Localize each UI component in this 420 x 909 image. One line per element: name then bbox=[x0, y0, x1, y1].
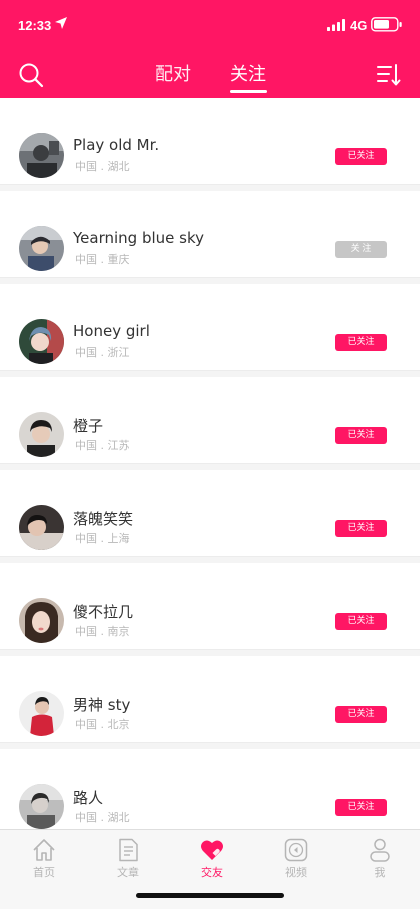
tab-me[interactable]: 我 bbox=[338, 830, 420, 890]
user-name[interactable]: 橙子 bbox=[73, 415, 103, 436]
list-item[interactable]: 傻不拉几 中国 . 南京 已关注 bbox=[0, 563, 420, 650]
list-item[interactable]: Play old Mr. 中国 . 湖北 已关注 bbox=[0, 98, 420, 185]
sort-icon[interactable] bbox=[376, 62, 402, 88]
user-name[interactable]: 落魄笑笑 bbox=[73, 508, 133, 529]
follow-button[interactable]: 关 注 bbox=[335, 241, 387, 258]
list-item[interactable]: Yearning blue sky 中国 . 重庆 关 注 bbox=[0, 191, 420, 278]
tab-following[interactable]: 关注 bbox=[230, 60, 266, 86]
person-icon bbox=[370, 838, 390, 862]
user-location: 中国 . 北京 bbox=[75, 718, 130, 731]
user-location: 中国 . 重庆 bbox=[75, 253, 130, 266]
user-location: 中国 . 上海 bbox=[75, 532, 130, 545]
tab-video[interactable]: 视频 bbox=[254, 830, 338, 890]
avatar[interactable] bbox=[19, 598, 64, 643]
avatar[interactable] bbox=[19, 319, 64, 364]
user-location: 中国 . 湖北 bbox=[75, 811, 130, 824]
follow-button[interactable]: 已关注 bbox=[335, 799, 387, 816]
user-location: 中国 . 浙江 bbox=[75, 346, 130, 359]
tab-label: 文章 bbox=[117, 866, 139, 879]
tab-article[interactable]: 文章 bbox=[86, 830, 170, 890]
user-name[interactable]: Play old Mr. bbox=[73, 136, 159, 154]
network-label: 4G bbox=[350, 18, 368, 33]
user-name[interactable]: 男神 sty bbox=[73, 694, 130, 715]
tab-label: 首页 bbox=[33, 866, 55, 879]
avatar[interactable] bbox=[19, 505, 64, 550]
list-item[interactable]: 路人 中国 . 湖北 已关注 bbox=[0, 749, 420, 829]
user-location: 中国 . 江苏 bbox=[75, 439, 130, 452]
battery-icon bbox=[371, 17, 402, 32]
user-name[interactable]: Honey girl bbox=[73, 322, 150, 340]
status-bar: 12:33 4G bbox=[0, 0, 420, 50]
tab-match[interactable]: 配对 bbox=[155, 60, 191, 86]
home-indicator[interactable] bbox=[136, 893, 284, 898]
list-item[interactable]: 橙子 中国 . 江苏 已关注 bbox=[0, 377, 420, 464]
active-tab-indicator bbox=[230, 90, 267, 93]
follow-button[interactable]: 已关注 bbox=[335, 334, 387, 351]
avatar[interactable] bbox=[19, 412, 64, 457]
following-list[interactable]: Play old Mr. 中国 . 湖北 已关注 Yearning blue s… bbox=[0, 98, 420, 829]
follow-button[interactable]: 已关注 bbox=[335, 706, 387, 723]
header: 12:33 4G 配对 关注 bbox=[0, 0, 420, 98]
user-name[interactable]: 傻不拉几 bbox=[73, 601, 133, 622]
tab-label: 我 bbox=[374, 866, 386, 879]
home-icon bbox=[33, 839, 55, 861]
user-name[interactable]: Yearning blue sky bbox=[73, 229, 204, 247]
heart-icon bbox=[201, 840, 223, 860]
avatar[interactable] bbox=[19, 784, 64, 829]
video-icon bbox=[284, 838, 308, 862]
location-arrow-icon bbox=[55, 17, 67, 29]
list-item[interactable]: 落魄笑笑 中国 . 上海 已关注 bbox=[0, 470, 420, 557]
user-location: 中国 . 湖北 bbox=[75, 160, 130, 173]
list-item[interactable]: 男神 sty 中国 . 北京 已关注 bbox=[0, 656, 420, 743]
status-time: 12:33 bbox=[18, 18, 52, 33]
follow-button[interactable]: 已关注 bbox=[335, 520, 387, 537]
signal-icon bbox=[327, 19, 345, 31]
user-name[interactable]: 路人 bbox=[73, 787, 103, 808]
article-icon bbox=[119, 838, 138, 862]
tab-home[interactable]: 首页 bbox=[2, 830, 86, 890]
avatar[interactable] bbox=[19, 133, 64, 178]
list-item[interactable]: Honey girl 中国 . 浙江 已关注 bbox=[0, 284, 420, 371]
follow-button[interactable]: 已关注 bbox=[335, 148, 387, 165]
follow-button[interactable]: 已关注 bbox=[335, 613, 387, 630]
avatar[interactable] bbox=[19, 226, 64, 271]
search-icon[interactable] bbox=[18, 62, 44, 88]
tab-label: 交友 bbox=[201, 866, 223, 879]
follow-button[interactable]: 已关注 bbox=[335, 427, 387, 444]
user-location: 中国 . 南京 bbox=[75, 625, 130, 638]
tab-label: 视频 bbox=[285, 866, 307, 879]
tab-friends[interactable]: 交友 bbox=[170, 830, 254, 890]
avatar[interactable] bbox=[19, 691, 64, 736]
screen: 12:33 4G 配对 关注 Play old Mr. 中国 . 湖北 已关注 … bbox=[0, 0, 420, 909]
